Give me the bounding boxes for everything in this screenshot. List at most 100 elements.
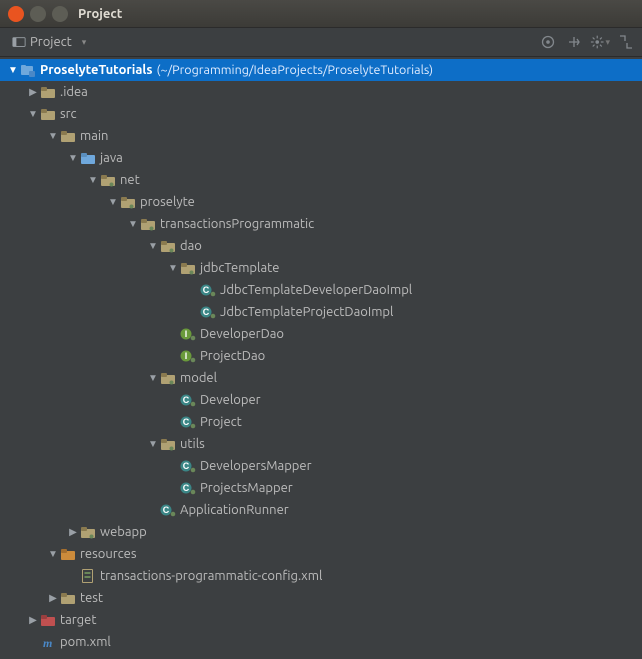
tree-row[interactable]: ▼ ProselyteTutorials (~/Programming/IdeaP…	[0, 59, 642, 81]
tree-row-label: transactions-programmatic-config.xml	[100, 569, 322, 583]
tree-row[interactable]: CApplicationRunner	[0, 499, 642, 521]
tree-row[interactable]: ▼ resources	[0, 543, 642, 565]
expand-arrow-down-icon[interactable]: ▼	[126, 218, 140, 230]
resroot-icon	[60, 546, 76, 562]
tree-row[interactable]: ▼ utils	[0, 433, 642, 455]
tree-row-label: Developer	[200, 393, 261, 407]
collapse-all-icon[interactable]	[616, 32, 636, 52]
expand-arrow-down-icon[interactable]: ▼	[166, 262, 180, 274]
expand-arrow-right-icon[interactable]: ▶	[46, 592, 60, 604]
project-toolbar: Project ▾ ▾	[0, 28, 642, 57]
tree-row[interactable]: ▼src	[0, 103, 642, 125]
class-icon: C	[200, 282, 216, 298]
expand-arrow-down-icon[interactable]: ▼	[46, 130, 60, 142]
expand-arrow-down-icon[interactable]: ▼	[66, 152, 80, 164]
tree-row-label: pom.xml	[60, 635, 111, 649]
chevron-down-icon: ▾	[605, 37, 610, 48]
package-icon	[80, 524, 96, 540]
tree-row-label: utils	[180, 437, 205, 451]
tree-row[interactable]: ▼ proselyte	[0, 191, 642, 213]
svg-text:I: I	[185, 329, 188, 339]
project-view-label: Project	[30, 35, 72, 49]
class-icon: C	[200, 304, 216, 320]
tree-row[interactable]: ▼ transactionsProgrammatic	[0, 213, 642, 235]
excluded-icon	[40, 612, 56, 628]
class-icon: C	[180, 414, 196, 430]
tree-row[interactable]: ▼main	[0, 125, 642, 147]
window-title: Project	[78, 7, 122, 21]
tree-row[interactable]: ▶ webapp	[0, 521, 642, 543]
tree-row-label: ProjectDao	[200, 349, 265, 363]
tree-row[interactable]: ▼ model	[0, 367, 642, 389]
tree-row-label: webapp	[100, 525, 147, 539]
package-icon	[160, 370, 176, 386]
tree-row[interactable]: ▼ java	[0, 147, 642, 169]
class-icon: C	[180, 458, 196, 474]
tree-row-label: JdbcTemplateDeveloperDaoImpl	[220, 283, 412, 297]
tree-row[interactable]: ▶test	[0, 587, 642, 609]
project-tree[interactable]: ▼ ProselyteTutorials (~/Programming/IdeaP…	[0, 57, 642, 659]
tree-row[interactable]: ▶.idea	[0, 81, 642, 103]
folder-icon	[40, 106, 56, 122]
tree-row[interactable]: I ProjectDao	[0, 345, 642, 367]
tree-row[interactable]: transactions-programmatic-config.xml	[0, 565, 642, 587]
tree-row-label: ProselyteTutorials	[40, 63, 153, 77]
module-icon	[20, 62, 36, 78]
window-maximize-button[interactable]	[52, 6, 68, 22]
expand-arrow-down-icon[interactable]: ▼	[86, 174, 100, 186]
tree-row-label: net	[120, 173, 140, 187]
tree-row[interactable]: ▼dao	[0, 235, 642, 257]
folder-icon	[60, 128, 76, 144]
tree-row-label: jdbcTemplate	[200, 261, 279, 275]
expand-arrow-down-icon[interactable]: ▼	[146, 372, 160, 384]
tree-row[interactable]: CProjectsMapper	[0, 477, 642, 499]
svg-text:C: C	[203, 285, 210, 295]
tree-row[interactable]: C DevelopersMapper	[0, 455, 642, 477]
folder-icon	[60, 590, 76, 606]
project-view-combo[interactable]: Project ▾	[6, 33, 92, 51]
expand-arrow-down-icon[interactable]: ▼	[106, 196, 120, 208]
window-close-button[interactable]	[8, 6, 24, 22]
tree-row[interactable]: mpom.xml	[0, 631, 642, 653]
tree-row[interactable]: ▶ target	[0, 609, 642, 631]
tree-row-label: proselyte	[140, 195, 195, 209]
chevron-down-icon: ▾	[82, 37, 87, 48]
package-icon	[160, 238, 176, 254]
expand-arrow-down-icon[interactable]: ▼	[146, 438, 160, 450]
tree-row[interactable]: C JdbcTemplateDeveloperDaoImpl	[0, 279, 642, 301]
interface-icon: I	[180, 348, 196, 364]
expand-arrow-right-icon[interactable]: ▶	[26, 86, 40, 98]
expand-arrow-down-icon[interactable]: ▼	[46, 548, 60, 560]
expand-arrow-down-icon[interactable]: ▼	[26, 108, 40, 120]
tree-row[interactable]: ▼ net	[0, 169, 642, 191]
tree-row[interactable]: CJdbcTemplateProjectDaoImpl	[0, 301, 642, 323]
tree-row[interactable]: CProject	[0, 411, 642, 433]
expand-arrow-down-icon[interactable]: ▼	[146, 240, 160, 252]
tree-row-path: (~/Programming/IdeaProjects/ProselyteTut…	[157, 63, 434, 77]
package-icon	[120, 194, 136, 210]
expand-arrow-down-icon[interactable]: ▼	[6, 64, 20, 76]
tree-row-label: DevelopersMapper	[200, 459, 312, 473]
class-icon: C	[180, 480, 196, 496]
tree-row-label: target	[60, 613, 96, 627]
scroll-to-source-icon[interactable]	[538, 32, 558, 52]
tree-row[interactable]: CDeveloper	[0, 389, 642, 411]
tree-row[interactable]: ▼ jdbcTemplate	[0, 257, 642, 279]
expand-arrow-right-icon[interactable]: ▶	[26, 614, 40, 626]
settings-icon[interactable]: ▾	[590, 32, 610, 52]
window-minimize-button[interactable]	[30, 6, 46, 22]
tree-row-label: java	[100, 151, 123, 165]
package-icon	[160, 436, 176, 452]
tree-row-label: transactionsProgrammatic	[160, 217, 314, 231]
tree-row-label: resources	[80, 547, 137, 561]
package-icon	[180, 260, 196, 276]
svg-text:C: C	[203, 307, 210, 317]
autoscroll-from-source-icon[interactable]	[564, 32, 584, 52]
package-icon	[100, 172, 116, 188]
svg-text:C: C	[183, 483, 190, 493]
expand-arrow-right-icon[interactable]: ▶	[66, 526, 80, 538]
project-view-icon	[12, 35, 26, 49]
tree-row-label: model	[180, 371, 217, 385]
package-icon	[140, 216, 156, 232]
tree-row[interactable]: IDeveloperDao	[0, 323, 642, 345]
